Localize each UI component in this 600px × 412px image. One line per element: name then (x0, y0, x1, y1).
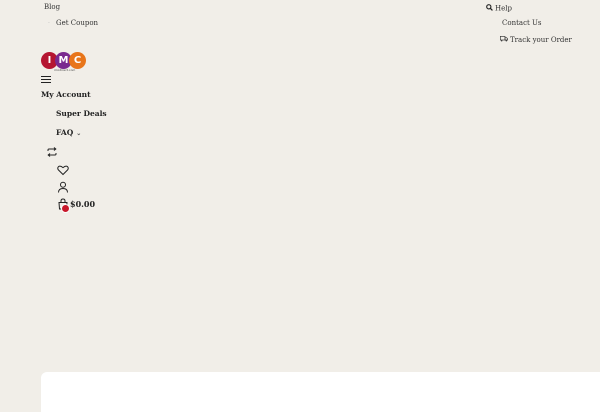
logo-letter-c: C (69, 52, 86, 69)
faq-label: FAQ (56, 128, 74, 137)
blog-link[interactable]: Blog (44, 4, 60, 11)
site-logo[interactable]: I M C imcdirect.com (41, 52, 87, 78)
logo-tagline: imcdirect.com (54, 68, 76, 72)
hamburger-icon[interactable] (41, 76, 51, 84)
help-link[interactable]: Help (486, 4, 512, 13)
cart-total: $0.00 (70, 199, 96, 209)
super-deals-link[interactable]: Super Deals (56, 109, 107, 118)
track-order-label: Track your Order (510, 36, 572, 44)
my-account-link[interactable]: My Account (41, 90, 91, 99)
magnifier-icon (486, 4, 493, 13)
faq-link[interactable]: FAQ ⌄ (56, 128, 81, 137)
contact-us-link[interactable]: Contact Us (502, 20, 542, 27)
user-icon[interactable] (57, 181, 69, 193)
get-coupon-link[interactable]: Get Coupon (56, 20, 98, 27)
compare-arrows-icon[interactable] (46, 146, 58, 158)
main-content-panel (41, 372, 600, 412)
truck-icon (500, 36, 508, 44)
cart-count-badge (61, 204, 70, 213)
heart-icon[interactable] (57, 164, 69, 176)
chevron-down-icon: ⌄ (76, 130, 82, 137)
help-label: Help (495, 4, 512, 13)
track-order-link[interactable]: Track your Order (500, 36, 572, 44)
separator-dot: · (48, 20, 50, 27)
